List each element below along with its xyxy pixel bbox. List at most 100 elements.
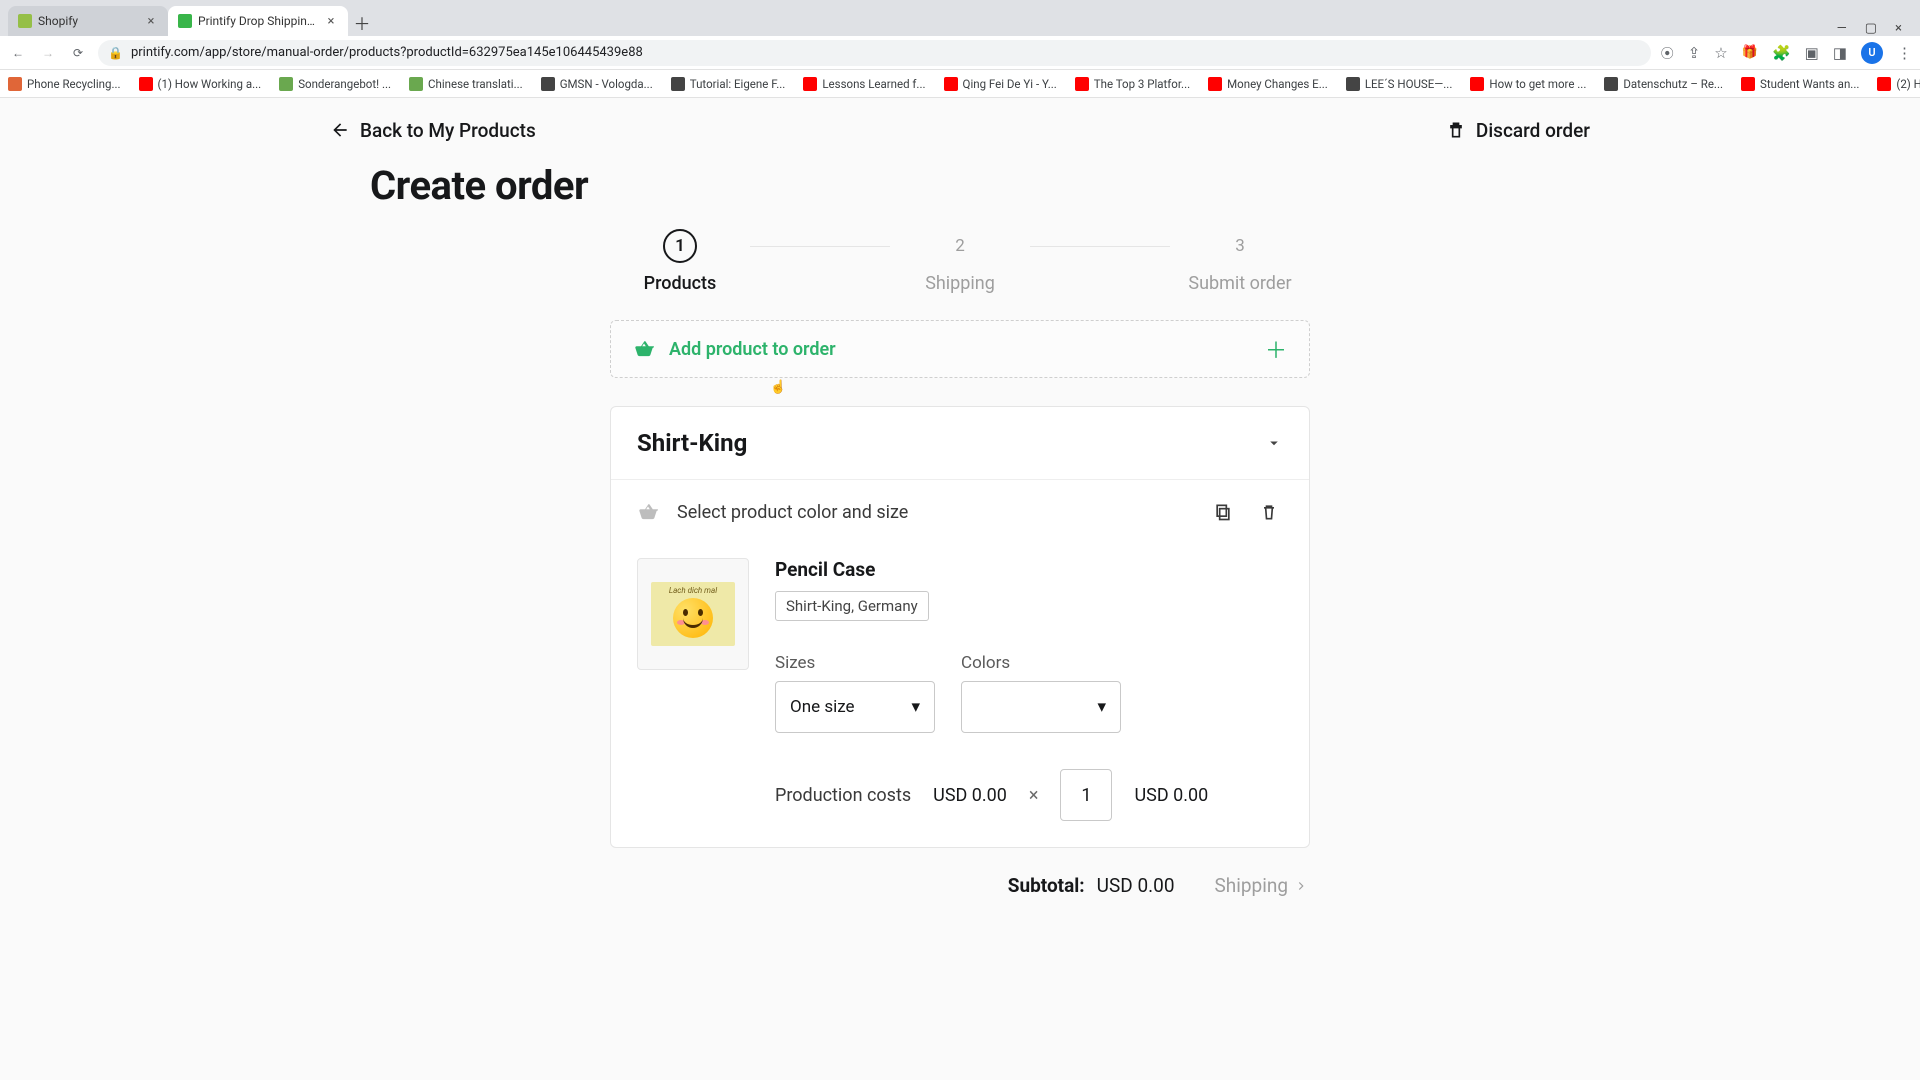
step-label: Submit order bbox=[1188, 273, 1291, 294]
browser-chrome: Shopify × Printify Drop Shipping Print o… bbox=[0, 0, 1920, 98]
bookmark-item[interactable]: LEE´S HOUSE—... bbox=[1346, 77, 1453, 91]
step-submit[interactable]: 3 Submit order bbox=[1170, 229, 1310, 294]
step-divider bbox=[1030, 246, 1170, 247]
bookmark-favicon-icon bbox=[8, 77, 22, 91]
bookmark-label: GMSN - Vologda... bbox=[560, 77, 653, 91]
bookmark-favicon-icon bbox=[1604, 77, 1618, 91]
minimize-icon[interactable]: — bbox=[1837, 21, 1847, 36]
center-column: Add product to order ＋ ☝ Shirt-King Sele… bbox=[610, 320, 1310, 897]
add-product-button[interactable]: Add product to order ＋ bbox=[610, 320, 1310, 378]
duplicate-button[interactable] bbox=[1209, 498, 1237, 526]
bookmark-item[interactable]: (2) How To Add A... bbox=[1877, 77, 1920, 91]
bookmark-item[interactable]: Tutorial: Eigene F... bbox=[671, 77, 786, 91]
side-panel-icon[interactable]: ◨ bbox=[1833, 44, 1847, 62]
bookmark-label: Tutorial: Eigene F... bbox=[690, 77, 786, 91]
colors-column: Colors ▾ bbox=[961, 653, 1121, 733]
lock-icon: 🔒 bbox=[108, 46, 123, 60]
step-shipping[interactable]: 2 Shipping bbox=[890, 229, 1030, 294]
step-products[interactable]: 1 Products bbox=[610, 229, 750, 294]
browser-tab[interactable]: Shopify × bbox=[8, 6, 168, 36]
bookmark-favicon-icon bbox=[1346, 77, 1360, 91]
address-bar[interactable]: 🔒 printify.com/app/store/manual-order/pr… bbox=[98, 40, 1651, 66]
forward-icon[interactable]: → bbox=[38, 43, 58, 63]
delete-button[interactable] bbox=[1255, 498, 1283, 526]
translate-icon[interactable]: ⦿ bbox=[1661, 43, 1674, 62]
bookmark-item[interactable]: Lessons Learned f... bbox=[803, 77, 925, 91]
bookmark-item[interactable]: The Top 3 Platfor... bbox=[1075, 77, 1190, 91]
cost-label: Production costs bbox=[775, 785, 911, 806]
product-row: Lach dich mal Pencil Case Shirt-King, Ge… bbox=[611, 544, 1309, 847]
add-product-label: Add product to order bbox=[669, 339, 1251, 360]
provider-tag: Shirt-King, Germany bbox=[775, 591, 929, 621]
close-window-icon[interactable]: × bbox=[1895, 21, 1902, 36]
gift-icon[interactable]: 🎁 bbox=[1742, 45, 1758, 60]
bookmark-favicon-icon bbox=[671, 77, 685, 91]
bookmark-item[interactable]: How to get more ... bbox=[1470, 77, 1586, 91]
tab-strip: Shopify × Printify Drop Shipping Print o… bbox=[0, 0, 1920, 36]
bookmark-favicon-icon bbox=[1075, 77, 1089, 91]
star-icon[interactable]: ☆ bbox=[1714, 44, 1727, 62]
new-tab-button[interactable]: ＋ bbox=[348, 8, 376, 36]
step-label: Shipping bbox=[925, 273, 995, 294]
caret-down-icon: ▾ bbox=[1097, 697, 1106, 717]
stepper: 1 Products 2 Shipping 3 Submit order bbox=[610, 229, 1310, 294]
bookmark-favicon-icon bbox=[1877, 77, 1891, 91]
quantity-input[interactable] bbox=[1060, 769, 1112, 821]
bookmark-favicon-icon bbox=[803, 77, 817, 91]
bookmark-label: How to get more ... bbox=[1489, 77, 1586, 91]
extension-box-icon[interactable]: ▣ bbox=[1805, 44, 1819, 62]
tab-title: Printify Drop Shipping Print on bbox=[198, 14, 318, 28]
bookmark-item[interactable]: (1) How Working a... bbox=[139, 77, 262, 91]
step-label: Products bbox=[644, 273, 717, 294]
color-select[interactable]: ▾ bbox=[961, 681, 1121, 733]
bookmark-label: Qing Fei De Yi - Y... bbox=[963, 77, 1057, 91]
bookmark-label: Student Wants an... bbox=[1760, 77, 1859, 91]
trash-icon bbox=[1259, 502, 1279, 522]
cost-row: Production costs USD 0.00 × USD 0.00 bbox=[775, 769, 1283, 821]
back-label: Back to My Products bbox=[360, 119, 536, 142]
bookmark-favicon-icon bbox=[139, 77, 153, 91]
bookmark-favicon-icon bbox=[1741, 77, 1755, 91]
share-icon[interactable]: ⇪ bbox=[1688, 44, 1701, 62]
bookmark-item[interactable]: Phone Recycling... bbox=[8, 77, 121, 91]
close-icon[interactable]: × bbox=[324, 14, 338, 28]
url-text: printify.com/app/store/manual-order/prod… bbox=[131, 45, 643, 60]
extensions-icon[interactable]: 🧩 bbox=[1772, 44, 1791, 62]
bookmark-item[interactable]: Sonderangebot! ... bbox=[279, 77, 391, 91]
reload-icon[interactable]: ⟳ bbox=[68, 43, 88, 63]
bookmark-item[interactable]: GMSN - Vologda... bbox=[541, 77, 653, 91]
tab-title: Shopify bbox=[38, 14, 138, 28]
bookmark-favicon-icon bbox=[944, 77, 958, 91]
maximize-icon[interactable]: ▢ bbox=[1865, 21, 1877, 36]
arrow-left-icon bbox=[330, 120, 350, 140]
shipping-next-button[interactable]: Shipping bbox=[1215, 874, 1309, 897]
browser-tab-active[interactable]: Printify Drop Shipping Print on × bbox=[168, 6, 348, 36]
back-to-products-link[interactable]: Back to My Products bbox=[330, 119, 536, 142]
thumbnail-art: Lach dich mal bbox=[651, 582, 735, 646]
discard-label: Discard order bbox=[1476, 119, 1590, 142]
kebab-menu-icon[interactable]: ⋮ bbox=[1897, 44, 1912, 62]
multiply-icon: × bbox=[1029, 785, 1039, 806]
bookmark-item[interactable]: Qing Fei De Yi - Y... bbox=[944, 77, 1057, 91]
bookmark-favicon-icon bbox=[279, 77, 293, 91]
size-value: One size bbox=[790, 697, 855, 717]
back-icon[interactable]: ← bbox=[8, 43, 28, 63]
bookmark-favicon-icon bbox=[409, 77, 423, 91]
line-total: USD 0.00 bbox=[1134, 785, 1208, 806]
profile-avatar[interactable]: U bbox=[1861, 42, 1883, 64]
discard-order-button[interactable]: Discard order bbox=[1446, 119, 1590, 142]
bookmark-item[interactable]: Money Changes E... bbox=[1208, 77, 1328, 91]
product-name: Pencil Case bbox=[775, 558, 1283, 581]
sizes-column: Sizes One size ▾ bbox=[775, 653, 935, 733]
step-number: 3 bbox=[1223, 229, 1257, 263]
provider-name: Shirt-King bbox=[637, 429, 747, 457]
bookmark-item[interactable]: Chinese translati... bbox=[409, 77, 523, 91]
bookmark-label: Lessons Learned f... bbox=[822, 77, 925, 91]
product-thumbnail[interactable]: Lach dich mal bbox=[637, 558, 749, 670]
page-scroll[interactable]: Back to My Products Discard order Create… bbox=[0, 98, 1920, 1080]
size-select[interactable]: One size ▾ bbox=[775, 681, 935, 733]
close-icon[interactable]: × bbox=[144, 14, 158, 28]
bookmark-item[interactable]: Datenschutz – Re... bbox=[1604, 77, 1723, 91]
bookmark-item[interactable]: Student Wants an... bbox=[1741, 77, 1859, 91]
provider-header[interactable]: Shirt-King bbox=[611, 407, 1309, 479]
